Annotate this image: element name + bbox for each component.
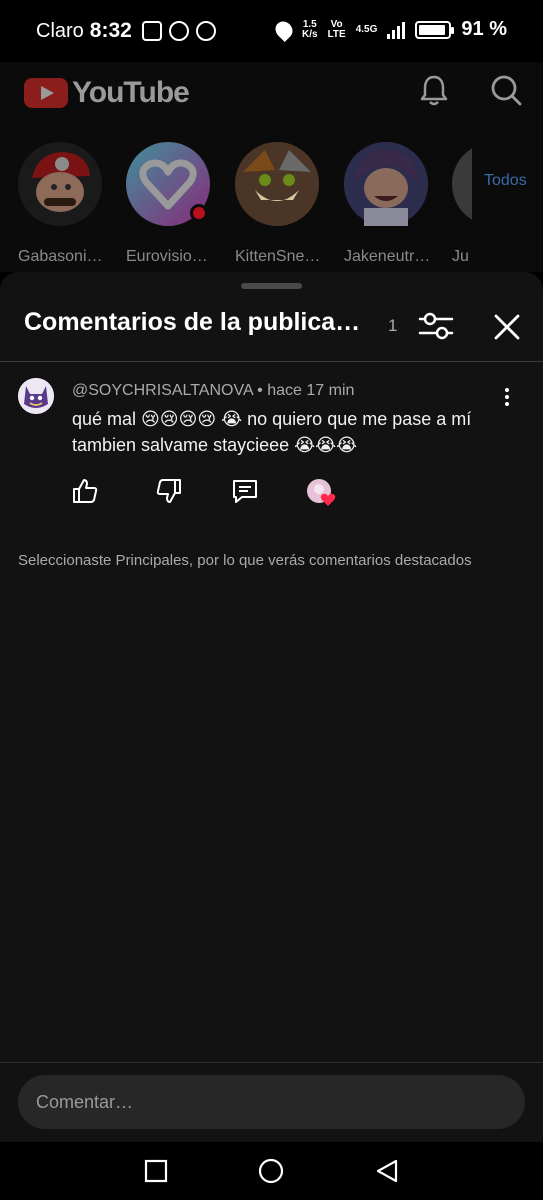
subscriptions-row: Gabasoni… Eurovisio… KittenSne… Jakeneut… [0, 142, 543, 272]
comment-input[interactable] [36, 1075, 506, 1129]
signal-icon [387, 21, 406, 39]
carrier-label: Claro [36, 19, 84, 42]
comment-time: hace 17 min [267, 382, 355, 399]
volte-bottom: LTE [327, 28, 346, 40]
comments-sheet: Comentarios de la publica… 1 @SOYCHRISAL… [0, 272, 543, 1142]
channel-name: Ju [452, 248, 469, 265]
channel-name: Jakeneutr… [344, 248, 431, 265]
comment-text: qué mal 😢😢😢😢 😭 no quiero que me pase a m… [72, 409, 472, 455]
youtube-logo[interactable]: YouTube [24, 76, 190, 110]
comment-more-icon[interactable] [500, 386, 514, 410]
status-bar: Claro 8:32 1.5 K/s Vo LTE 4.5G 91 % [0, 0, 543, 62]
sort-filter-icon[interactable] [416, 308, 456, 344]
comment-composer[interactable] [18, 1075, 525, 1129]
youtube-wordmark: YouTube [72, 76, 190, 109]
commenter-avatar[interactable] [18, 378, 54, 414]
subscription-channel[interactable]: Gabasoni… [18, 142, 106, 266]
channel-avatar [126, 142, 210, 226]
channel-avatar [235, 142, 319, 226]
recents-icon[interactable] [143, 1158, 169, 1184]
home-icon[interactable] [258, 1158, 284, 1184]
sort-notice: Seleccionaste Principales, por lo que ve… [18, 552, 472, 569]
channel-name: Eurovisio… [126, 248, 208, 265]
sheet-title: Comentarios de la publica… [24, 308, 361, 336]
search-icon[interactable] [488, 72, 524, 108]
system-nav-bar [0, 1142, 543, 1200]
back-icon[interactable] [374, 1158, 400, 1184]
comment-meta: @SOYCHRISALTANOVA • hace 17 min [72, 382, 354, 400]
close-icon[interactable] [490, 310, 524, 344]
all-subscriptions-link[interactable]: Todos [484, 172, 527, 190]
comment-item: @SOYCHRISALTANOVA • hace 17 min qué mal … [0, 370, 543, 520]
composer-bar [0, 1062, 543, 1142]
notifications-bell-icon[interactable] [416, 72, 452, 108]
whatsapp-icon [195, 21, 216, 41]
location-icon [271, 17, 297, 42]
comment-actions [0, 476, 543, 512]
net-speed: 1.5 K/s [302, 19, 318, 40]
net-speed-unit: K/s [302, 28, 318, 40]
subscription-channel[interactable]: Ju [452, 142, 472, 266]
network-type: 4.5G [355, 23, 378, 35]
subscription-channel[interactable]: KittenSne… [235, 142, 323, 266]
youtube-play-icon [24, 78, 68, 108]
channel-avatar [18, 142, 102, 226]
live-indicator-dot [190, 204, 208, 222]
creator-heart-icon [307, 479, 336, 506]
youtube-background: YouTube Gabasoni… Eurovisio… KittenSne… … [0, 62, 543, 272]
subscription-channel[interactable]: Eurovisio… [126, 142, 214, 266]
meta-separator: • [252, 382, 268, 399]
alarm-icon [168, 21, 189, 41]
subscription-channel[interactable]: Jakeneutr… [344, 142, 432, 266]
cast-icon [141, 21, 162, 41]
drag-handle[interactable] [241, 283, 302, 289]
comment-count: 1 [388, 316, 398, 335]
channel-avatar [344, 142, 428, 226]
header-divider [0, 361, 543, 362]
comment-author[interactable]: @SOYCHRISALTANOVA [72, 382, 253, 399]
dislike-icon[interactable] [154, 476, 184, 506]
channel-name: KittenSne… [235, 248, 321, 265]
channel-name: Gabasoni… [18, 248, 103, 265]
battery-percent: 91 % [461, 18, 507, 40]
reply-icon[interactable] [230, 476, 260, 506]
channel-avatar [452, 142, 472, 226]
battery-icon [415, 20, 455, 39]
like-icon[interactable] [70, 476, 100, 506]
volte-indicator: Vo LTE [327, 19, 346, 40]
clock: 8:32 [89, 19, 132, 42]
